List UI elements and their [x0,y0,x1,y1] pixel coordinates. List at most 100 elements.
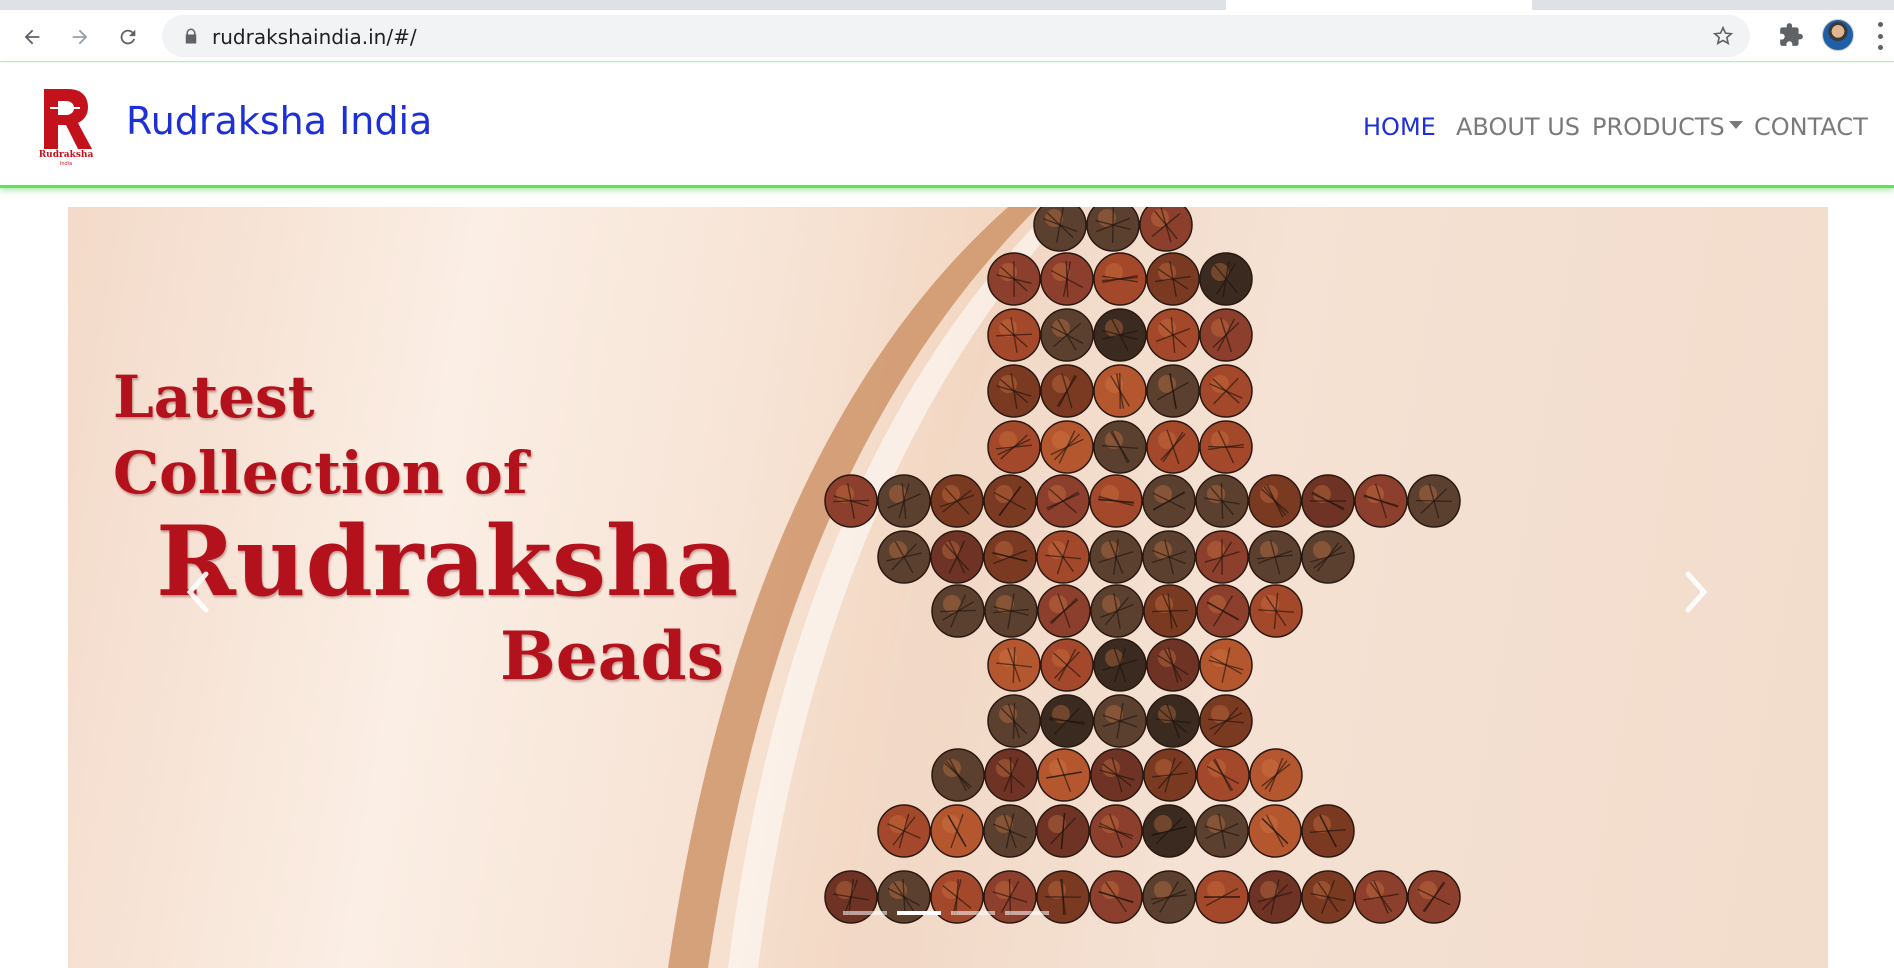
rudraksha-bead [1301,474,1355,528]
rudraksha-bead [1093,694,1147,748]
rudraksha-bead [1036,530,1090,584]
rudraksha-bead [1199,252,1253,306]
rudraksha-bead [987,420,1041,474]
forward-icon [72,29,88,45]
carousel-indicator[interactable] [897,911,941,915]
nav-home[interactable]: HOME [1363,113,1436,141]
rudraksha-bead [1146,420,1200,474]
site-header: Rudraksha India Rudraksha India HOME ABO… [0,63,1894,188]
rudraksha-bead [1196,748,1250,802]
rudraksha-bead [987,694,1041,748]
rudraksha-bead [1143,584,1197,638]
rudraksha-bead [1090,748,1144,802]
rudraksha-bead [1142,870,1196,924]
rudraksha-bead [1040,638,1094,692]
rudraksha-bead [877,804,931,858]
rudraksha-bead [983,870,1037,924]
rudraksha-bead [1089,530,1143,584]
rudraksha-bead [877,474,931,528]
address-bar[interactable]: rudrakshaindia.in/#/ [162,15,1750,57]
rudraksha-bead [987,308,1041,362]
rudraksha-bead [1354,870,1408,924]
rudraksha-bead [987,638,1041,692]
rudraksha-bead [824,870,878,924]
rudraksha-bead [1248,474,1302,528]
rudraksha-bead [1089,804,1143,858]
carousel-indicator[interactable] [843,911,887,915]
nav-about-us[interactable]: ABOUT US [1456,113,1580,141]
forward-button[interactable] [66,23,94,51]
rudraksha-bead [987,364,1041,418]
rudraksha-bead [983,474,1037,528]
rudraksha-bead [1199,638,1253,692]
rudraksha-bead [1036,474,1090,528]
rudraksha-bead [1093,638,1147,692]
menu-icon[interactable] [1876,22,1884,50]
brand-name[interactable]: Rudraksha India [126,99,432,143]
rudraksha-bead [1142,804,1196,858]
logo-text: Rudraksha [39,150,94,160]
rudraksha-bead [1040,308,1094,362]
rudraksha-bead [1040,694,1094,748]
rudraksha-bead [983,530,1037,584]
rudraksha-bead [1036,870,1090,924]
rudraksha-bead [1199,308,1253,362]
rudraksha-bead [1146,308,1200,362]
reload-icon [120,29,136,45]
hero-carousel: Latest Collection of Rudraksha Beads [68,207,1828,968]
nav-products[interactable]: PRODUCTS [1592,113,1743,141]
rudraksha-bead [1195,474,1249,528]
nav-contact[interactable]: CONTACT [1754,113,1868,141]
nav-products-label: PRODUCTS [1592,113,1725,141]
active-tab[interactable] [1226,0,1532,10]
rudraksha-bead [1407,870,1461,924]
rudraksha-bead [1195,530,1249,584]
rudraksha-bead [1301,804,1355,858]
rudraksha-bead [1146,694,1200,748]
headline-line4: Beads [500,617,724,695]
rudraksha-bead [1142,530,1196,584]
rudraksha-bead [1195,804,1249,858]
rudraksha-bead [1089,870,1143,924]
rudraksha-bead [1036,804,1090,858]
rudraksha-bead [1248,804,1302,858]
chevron-right-icon[interactable] [1674,562,1714,622]
site-logo[interactable]: Rudraksha India [38,85,94,167]
carousel-indicator[interactable] [1005,911,1049,915]
reload-button[interactable] [114,23,142,51]
caret-down-icon [1728,121,1743,129]
chevron-left-icon[interactable] [180,562,220,622]
star-icon[interactable] [1712,25,1734,47]
profile-avatar[interactable] [1822,19,1854,51]
rudraksha-bead [930,474,984,528]
rudraksha-bead [1040,252,1094,306]
rudraksha-bead [983,804,1037,858]
browser-toolbar: rudrakshaindia.in/#/ [0,10,1894,62]
rudraksha-bead [930,870,984,924]
rudraksha-bead [1248,870,1302,924]
rudraksha-bead [1142,474,1196,528]
rudraksha-bead [1146,364,1200,418]
rudraksha-bead [1199,420,1253,474]
rudraksha-bead [1037,584,1091,638]
rudraksha-bead [1037,748,1091,802]
headline-line2: Collection of [113,439,528,507]
rudraksha-bead [984,584,1038,638]
rudraksha-bead [1086,207,1140,252]
back-button[interactable] [18,23,46,51]
rudraksha-bead [1089,474,1143,528]
url-text[interactable]: rudrakshaindia.in/#/ [212,25,417,49]
tab-strip [0,0,1894,10]
rudraksha-bead [1139,207,1193,252]
rudraksha-bead [1093,308,1147,362]
carousel-indicator[interactable] [951,911,995,915]
rudraksha-bead [1093,364,1147,418]
rudraksha-bead [1143,748,1197,802]
lock-icon [185,28,197,44]
extensions-icon[interactable] [1778,22,1804,48]
headline-line3: Rudraksha [156,505,739,618]
rudraksha-bead [1249,584,1303,638]
rudraksha-bead [1090,584,1144,638]
rudraksha-bead [1040,420,1094,474]
rudraksha-bead [1033,207,1087,252]
